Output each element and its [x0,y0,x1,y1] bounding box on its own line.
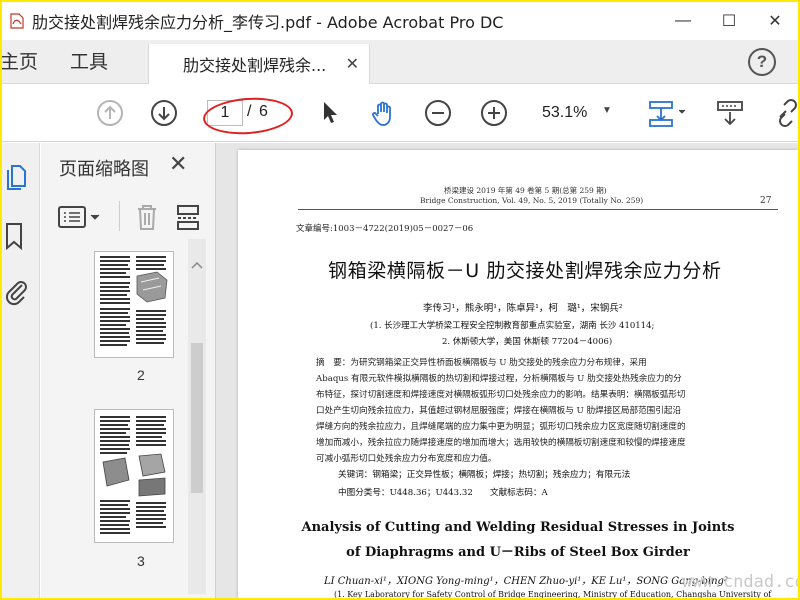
thumbnail-options-icon[interactable] [57,205,103,229]
paper-title-en-line-2: of Diaphragms and U－Ribs of Steel Box Gi… [346,545,690,560]
zoom-in-icon[interactable] [478,97,510,129]
zoom-dropdown[interactable]: 53.1% ▼ [534,99,620,127]
left-rail [2,143,40,598]
abstract-line: 可减小弧形切口处残余应力分布宽度和应力值。 [316,454,497,464]
abstract-line: 增加而减小，残余拉应力随焊接速度的增加而增大；选用较快的横隔板切割速度和较慢的焊… [316,438,686,448]
abstract-line: 布特征，探讨切割速度和焊接速度对横隔板弧形切口处残余应力的影响。结果表明：横隔板… [316,390,686,400]
journal-page-number: 27 [760,196,772,206]
link-icon[interactable] [772,97,798,129]
pdf-page: 桥梁建设 2019 年第 49 卷第 5 期(总第 259 期) Bridge … [238,150,798,598]
paper-title-cn: 钢箱梁横隔板－U 肋交接处割焊残余应力分析 [328,260,722,282]
abstract-line: 摘 要：为研究钢箱梁正交异性桥面板横隔板与 U 肋交接处的残余应力分布规律，采用 [316,358,647,368]
minimize-button[interactable]: — [660,2,706,40]
minimize-icon: — [675,12,691,29]
title-bar: 肋交接处割焊残余应力分析_李传习.pdf - Adobe Acrobat Pro… [2,2,798,40]
abstract-line: Abaqus 有限元软件模拟横隔板的热切割和焊接过程，分析横隔板与 U 肋交接处… [316,374,682,384]
delete-page-icon[interactable] [135,203,159,231]
authors-cn: 李传习¹，熊永明¹，陈卓异¹，柯 璐¹，宋钢兵² [423,303,623,314]
document-tab-label: 肋交接处割焊残余... [183,56,327,75]
watermark: www.cndad.com [682,572,798,592]
zoom-value: 53.1% [542,104,588,121]
panel-title: 页面缩略图 [59,159,149,180]
zoom-out-icon[interactable] [422,97,454,129]
close-window-button[interactable]: ✕ [752,2,798,40]
keywords: 关键词：钢箱梁；正交异性板；横隔板；焊接；热切割；残余应力；有限元法 [338,470,631,480]
panel-tools [41,195,216,235]
bookmark-icon[interactable] [4,221,30,251]
document-tab-close-icon[interactable]: ✕ [346,54,359,74]
journal-header-en: Bridge Construction, Vol. 49, No. 5, 201… [420,196,644,205]
journal-header-cn: 桥梁建设 2019 年第 49 卷第 5 期(总第 259 期) [444,186,607,195]
window-title: 肋交接处割焊残余应力分析_李传习.pdf - Adobe Acrobat Pro… [32,13,504,32]
previous-page-icon[interactable] [94,97,126,129]
select-tool-icon[interactable] [314,97,346,129]
tab-home[interactable]: 主页 [2,40,38,84]
next-page-icon[interactable] [148,97,180,129]
page-thumbnail-2[interactable] [94,251,174,358]
maximize-icon: ☐ [721,13,737,30]
read-mode-icon[interactable] [714,97,746,129]
app-window: 肋交接处割焊残余应力分析_李传习.pdf - Adobe Acrobat Pro… [2,2,798,598]
thumbnail-scroll-thumb[interactable] [191,343,203,493]
affiliation-1: (1. 长沙理工大学桥梁工程安全控制教育部重点实验室，湖南 长沙 410114; [370,321,655,331]
hand-tool-icon[interactable] [368,97,400,129]
tab-document[interactable]: 肋交接处割焊残余... ✕ [148,44,370,84]
close-icon: ✕ [768,13,782,30]
paper-title-en-line-1: Analysis of Cutting and Welding Residual… [301,520,735,535]
toolbar [2,84,798,142]
pdf-app-icon [10,13,24,29]
document-area: 桥梁建设 2019 年第 49 卷第 5 期(总第 259 期) Bridge … [216,143,798,598]
help-button[interactable]: ? [748,48,776,76]
insert-page-icon[interactable] [175,203,201,231]
page-thumbnail-3[interactable] [94,409,174,543]
abstract-line: 焊缝方向的残余拉应力，且焊缝尾端的应力集中更为明显；弧形切口残余应力区宽度随切割… [316,422,686,432]
page-thumbnails-icon[interactable] [4,161,30,191]
fit-page-icon[interactable] [646,97,690,129]
classification-number: 中图分类号：U448.36；U443.32 文献标志码：A [338,488,548,498]
tab-bar: 主页 工具 肋交接处割焊残余... ✕ ? [2,40,798,84]
thumbnail-3-label: 3 [137,553,145,569]
abstract-line: 口处产生切向残余拉应力，其值超过钢材屈服强度；焊接在横隔板与 U 肋焊接区局部范… [316,406,682,416]
thumbnail-panel: 页面缩略图 ✕ 2 3 [41,143,216,598]
header-rule [298,209,778,210]
panel-close-icon[interactable]: ✕ [169,151,187,177]
maximize-button[interactable]: ☐ [706,2,752,40]
tab-tools[interactable]: 工具 [70,40,108,84]
article-number: 文章编号:1003－4722(2019)05－0027－06 [296,224,474,234]
thumbnail-2-label: 2 [137,367,145,383]
zoom-caret-icon: ▼ [602,105,612,116]
authors-en: LI Chuan-xi¹，XIONG Yong-ming¹，CHEN Zhuo-… [324,576,728,587]
attachment-icon[interactable] [4,277,30,307]
scroll-up-icon[interactable] [191,261,203,269]
affiliation-2: 2. 休斯顿大学，美国 休斯顿 77204－4006) [442,337,613,347]
